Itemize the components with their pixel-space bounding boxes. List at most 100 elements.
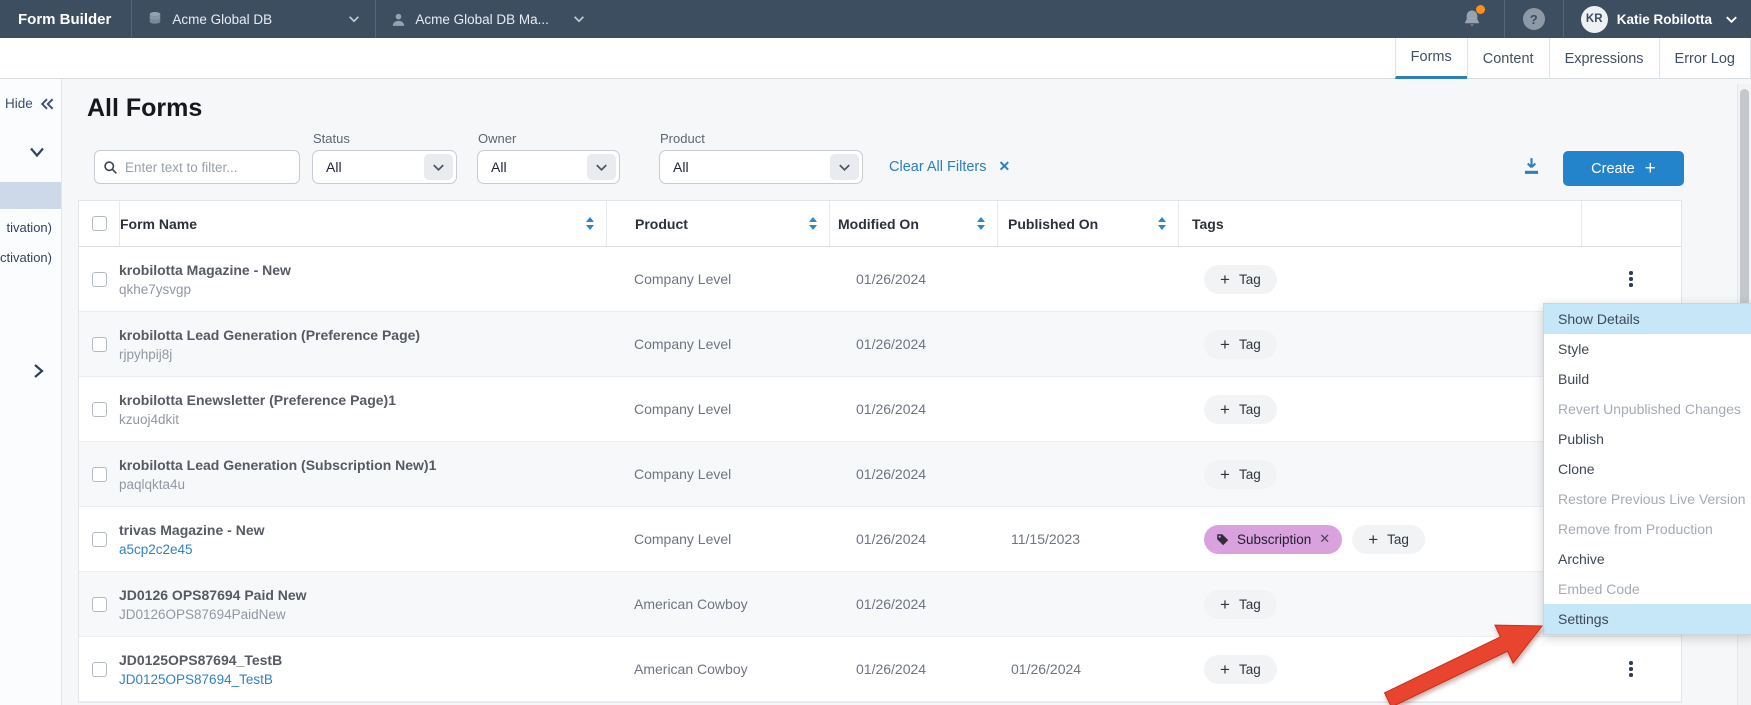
clear-x-icon: ✕: [999, 158, 1011, 175]
tab-expressions[interactable]: Expressions: [1549, 38, 1659, 79]
menu-item-settings[interactable]: Settings: [1544, 604, 1751, 634]
download-button[interactable]: [1521, 155, 1542, 177]
add-tag-button[interactable]: +Tag: [1204, 330, 1277, 359]
column-header-form-name: Form Name: [119, 201, 606, 246]
product-cell: American Cowboy: [606, 637, 829, 701]
row-checkbox[interactable]: [92, 597, 107, 612]
add-tag-button[interactable]: +Tag: [1352, 525, 1425, 554]
form-code: qkhe7ysvgp: [119, 282, 291, 297]
add-tag-label: Tag: [1239, 402, 1261, 417]
modified-on-cell: 01/26/2024: [829, 507, 997, 571]
plus-icon: +: [1220, 401, 1230, 418]
remove-tag-icon[interactable]: ✕: [1319, 531, 1330, 547]
row-actions-kebab-icon[interactable]: [1621, 267, 1641, 291]
add-tag-label: Tag: [1239, 337, 1261, 352]
row-checkbox[interactable]: [92, 532, 107, 547]
form-code: paqlqkta4u: [119, 477, 436, 492]
menu-item-revert-unpublished-changes: Revert Unpublished Changes: [1544, 394, 1751, 424]
user-avatar[interactable]: KR: [1581, 6, 1608, 33]
sort-icon[interactable]: [809, 217, 817, 230]
form-code: kzuoj4dkit: [119, 412, 396, 427]
menu-item-show-details[interactable]: Show Details: [1544, 304, 1751, 334]
search-input[interactable]: [125, 160, 302, 175]
table-header: Form Name Product Modified On Published …: [79, 201, 1681, 247]
status-filter-value: All: [313, 159, 342, 175]
modified-on-cell-value: 01/26/2024: [856, 401, 926, 417]
account-selector[interactable]: Acme Global DB Ma...: [376, 0, 600, 38]
column-label: Published On: [1008, 216, 1098, 232]
search-icon: [103, 160, 118, 175]
menu-item-archive[interactable]: Archive: [1544, 544, 1751, 574]
add-tag-button[interactable]: +Tag: [1204, 265, 1277, 294]
sidebar-hide-button[interactable]: Hide: [5, 96, 55, 111]
tab-list: FormsContentExpressionsError Log: [0, 38, 1751, 79]
menu-item-publish[interactable]: Publish: [1544, 424, 1751, 454]
menu-item-build[interactable]: Build: [1544, 364, 1751, 394]
select-all-checkbox[interactable]: [92, 216, 107, 231]
row-checkbox[interactable]: [92, 272, 107, 287]
tags-cell: +Tag: [1178, 572, 1581, 636]
chevron-down-icon: [830, 154, 859, 180]
published-on-cell-value: 11/15/2023: [1011, 531, 1080, 547]
tab-error-log[interactable]: Error Log: [1659, 38, 1751, 79]
menu-item-style[interactable]: Style: [1544, 334, 1751, 364]
row-checkbox[interactable]: [92, 402, 107, 417]
add-tag-button[interactable]: +Tag: [1204, 655, 1277, 684]
add-tag-button[interactable]: + Tag: [1204, 395, 1277, 424]
modified-on-cell-value: 01/26/2024: [856, 466, 926, 482]
product-filter-select[interactable]: All: [659, 150, 863, 184]
sidebar-item[interactable]: tivation): [0, 218, 62, 248]
owner-filter-select[interactable]: All: [477, 150, 620, 184]
form-code-link[interactable]: JD0125OPS87694_TestB: [119, 672, 282, 687]
row-actions-kebab-icon[interactable]: [1621, 657, 1641, 681]
sort-icon[interactable]: [977, 217, 985, 230]
plus-icon: +: [1220, 661, 1230, 678]
sidebar-selected-item[interactable]: [0, 182, 62, 209]
product-cell-value: Company Level: [634, 336, 731, 352]
database-selector[interactable]: Acme Global DB: [132, 0, 375, 38]
user-menu-chevron-icon[interactable]: [1724, 12, 1739, 27]
add-tag-button[interactable]: +Tag: [1204, 590, 1277, 619]
row-checkbox-cell: [79, 507, 119, 571]
product-filter-label: Product: [660, 131, 705, 146]
status-filter-select[interactable]: All: [312, 150, 457, 184]
sort-icon[interactable]: [1158, 217, 1166, 230]
tag-pill-subscription[interactable]: Subscription✕: [1204, 525, 1342, 554]
tags-cell: +Tag: [1178, 312, 1581, 376]
column-header-modified-on: Modified On: [829, 201, 997, 246]
sort-icon[interactable]: [586, 217, 594, 230]
tab-forms[interactable]: Forms: [1395, 38, 1467, 79]
form-code-link[interactable]: a5cp2c2e45: [119, 542, 265, 557]
status-filter-label: Status: [313, 131, 350, 146]
create-button-label: Create: [1591, 161, 1635, 177]
navbar-right: ? KR Katie Robilotta: [1460, 0, 1751, 38]
menu-item-clone[interactable]: Clone: [1544, 454, 1751, 484]
row-checkbox[interactable]: [92, 662, 107, 677]
form-name-cell: krobilotta Lead Generation (Preference P…: [119, 312, 606, 376]
notifications-button[interactable]: [1460, 7, 1484, 31]
modified-on-cell-value: 01/26/2024: [856, 661, 926, 677]
modified-on-cell: 01/26/2024: [829, 312, 997, 376]
download-icon: [1521, 155, 1542, 177]
form-name-cell: JD0125OPS87694_TestBJD0125OPS87694_TestB: [119, 637, 606, 701]
app-title: Form Builder: [0, 11, 131, 28]
column-label: Tags: [1192, 216, 1224, 232]
add-tag-button[interactable]: +Tag: [1204, 460, 1277, 489]
sidebar-item[interactable]: ctivation): [0, 248, 62, 278]
row-checkbox[interactable]: [92, 337, 107, 352]
create-button[interactable]: Create +: [1563, 151, 1684, 186]
form-code: JD0126OPS87694PaidNew: [119, 607, 307, 622]
tab-content[interactable]: Content: [1467, 38, 1549, 79]
menu-item-restore-previous-live-version: Restore Previous Live Version: [1544, 484, 1751, 514]
clear-all-filters-button[interactable]: Clear All Filters ✕: [889, 158, 1010, 175]
row-checkbox[interactable]: [92, 467, 107, 482]
sidebar-expand-chevron-icon[interactable]: [28, 145, 46, 159]
sidebar-item-chevron-right-icon[interactable]: [31, 362, 45, 380]
form-name: krobilotta Lead Generation (Subscription…: [119, 457, 436, 473]
form-name: krobilotta Enewsletter (Preference Page)…: [119, 392, 396, 408]
menu-item-remove-from-production: Remove from Production: [1544, 514, 1751, 544]
collapse-double-chevron-icon: [39, 97, 55, 111]
product-cell: Company Level: [606, 247, 829, 311]
help-button[interactable]: ?: [1523, 8, 1545, 30]
modified-on-cell: 01/26/2024: [829, 572, 997, 636]
